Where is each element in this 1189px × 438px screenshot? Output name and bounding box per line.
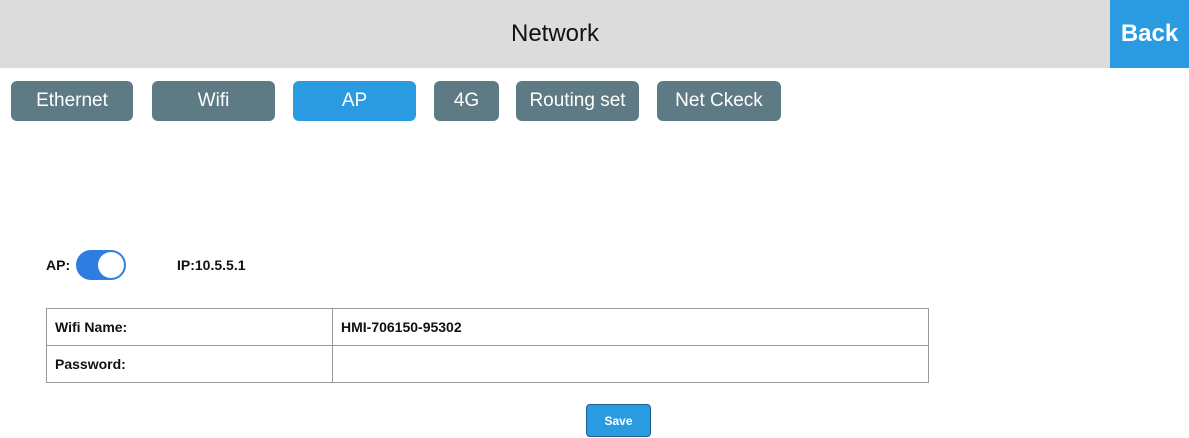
- back-button[interactable]: Back: [1110, 0, 1189, 68]
- ap-settings-table: Wifi Name: HMI-706150-95302 Password:: [46, 308, 929, 383]
- table-row: Password:: [46, 345, 929, 383]
- toggle-knob: [98, 252, 124, 278]
- ip-address: IP:10.5.5.1: [177, 257, 246, 273]
- tab-4g[interactable]: 4G: [434, 81, 499, 121]
- password-field[interactable]: [332, 345, 929, 383]
- tab-routing-set[interactable]: Routing set: [516, 81, 639, 121]
- header-bar: Network: [0, 0, 1110, 68]
- ap-label: AP:: [46, 257, 71, 273]
- wifi-name-label: Wifi Name:: [46, 308, 333, 346]
- password-label: Password:: [46, 345, 333, 383]
- table-row: Wifi Name: HMI-706150-95302: [46, 308, 929, 346]
- tab-wifi[interactable]: Wifi: [152, 81, 275, 121]
- ap-toggle[interactable]: [76, 250, 126, 280]
- wifi-name-field[interactable]: HMI-706150-95302: [332, 308, 929, 346]
- save-button[interactable]: Save: [586, 404, 651, 437]
- tab-ethernet[interactable]: Ethernet: [11, 81, 133, 121]
- page-title: Network: [510, 20, 600, 47]
- tab-net-check[interactable]: Net Ckeck: [657, 81, 781, 121]
- tab-ap[interactable]: AP: [293, 81, 416, 121]
